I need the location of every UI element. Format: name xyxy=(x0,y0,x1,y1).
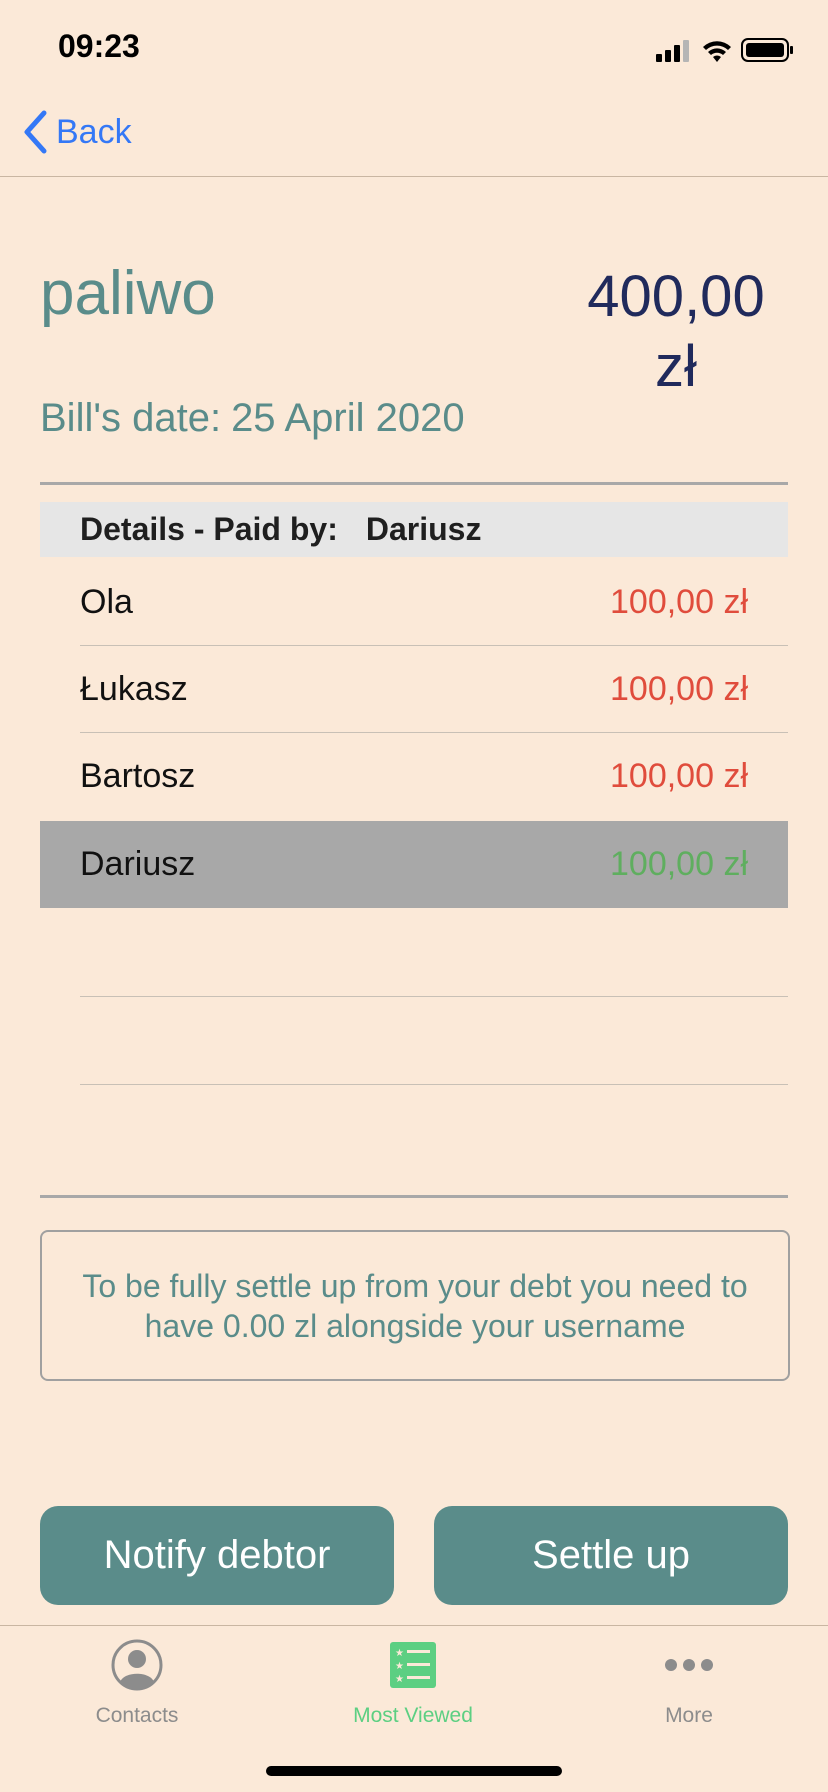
tab-most-viewed[interactable]: ★ ★ ★ Most Viewed xyxy=(313,1638,513,1728)
notify-debtor-button[interactable]: Notify debtor xyxy=(40,1506,394,1605)
table-row[interactable]: Bartosz 100,00 zł xyxy=(40,733,788,820)
tab-more-label: More xyxy=(665,1704,713,1727)
paid-by-name: Dariusz xyxy=(365,511,482,547)
bill-amount: 400,00 zł xyxy=(560,262,792,402)
bill-amount-currency: zł xyxy=(655,334,697,399)
payer-amount: 100,00 zł xyxy=(610,845,748,883)
details-header-label: Details - Paid by: xyxy=(80,511,338,547)
settle-info-text: To be fully settle up from your debt you… xyxy=(82,1267,748,1344)
signal-icon xyxy=(656,40,689,62)
bill-amount-value: 400,00 xyxy=(587,264,765,329)
table-row[interactable]: Łukasz 100,00 zł xyxy=(40,646,788,733)
svg-text:★: ★ xyxy=(395,1648,404,1659)
bill-date: Bill's date: 25 April 2020 xyxy=(40,396,465,441)
bill-title: paliwo xyxy=(40,259,216,328)
debtor-amount: 100,00 zł xyxy=(610,757,748,795)
back-label: Back xyxy=(56,112,132,151)
bill-date-label: Bill's date: xyxy=(40,396,222,440)
status-icons xyxy=(656,36,796,66)
table-row-payer[interactable]: Dariusz 100,00 zł xyxy=(40,821,788,908)
tab-contacts-label: Contacts xyxy=(95,1704,179,1727)
wifi-icon xyxy=(703,41,731,62)
more-dots-icon xyxy=(662,1638,716,1692)
starred-list-icon: ★ ★ ★ xyxy=(386,1638,440,1692)
empty-row-divider xyxy=(80,1084,788,1085)
nav-divider xyxy=(0,176,828,177)
debtor-name: Bartosz xyxy=(80,757,196,795)
bill-date-value: 25 April 2020 xyxy=(231,396,465,440)
debtor-amount: 100,00 zł xyxy=(610,670,748,708)
section-divider xyxy=(40,482,788,485)
details-header: Details - Paid by: Dariusz xyxy=(40,502,788,557)
svg-text:★: ★ xyxy=(395,1661,404,1672)
tab-more[interactable]: More xyxy=(589,1638,789,1728)
svg-text:★: ★ xyxy=(395,1674,404,1685)
debtor-amount: 100,00 zł xyxy=(610,583,748,621)
chevron-left-icon xyxy=(24,110,47,154)
section-divider xyxy=(40,1195,788,1198)
back-button[interactable]: Back xyxy=(22,108,132,156)
tab-contacts[interactable]: Contacts xyxy=(37,1638,237,1728)
payer-name: Dariusz xyxy=(80,845,196,883)
table-row[interactable]: Ola 100,00 zł xyxy=(40,559,788,646)
status-time: 09:23 xyxy=(58,28,140,64)
settle-up-button[interactable]: Settle up xyxy=(434,1506,788,1605)
tab-bar-divider xyxy=(0,1625,828,1626)
debtor-name: Ola xyxy=(80,583,133,621)
home-indicator xyxy=(266,1766,562,1776)
debtor-name: Łukasz xyxy=(80,670,188,708)
person-circle-icon xyxy=(110,1638,164,1692)
battery-icon xyxy=(741,38,793,62)
empty-row-divider xyxy=(80,996,788,997)
settle-info-box: To be fully settle up from your debt you… xyxy=(40,1230,790,1381)
tab-most-viewed-label: Most Viewed xyxy=(353,1704,473,1727)
